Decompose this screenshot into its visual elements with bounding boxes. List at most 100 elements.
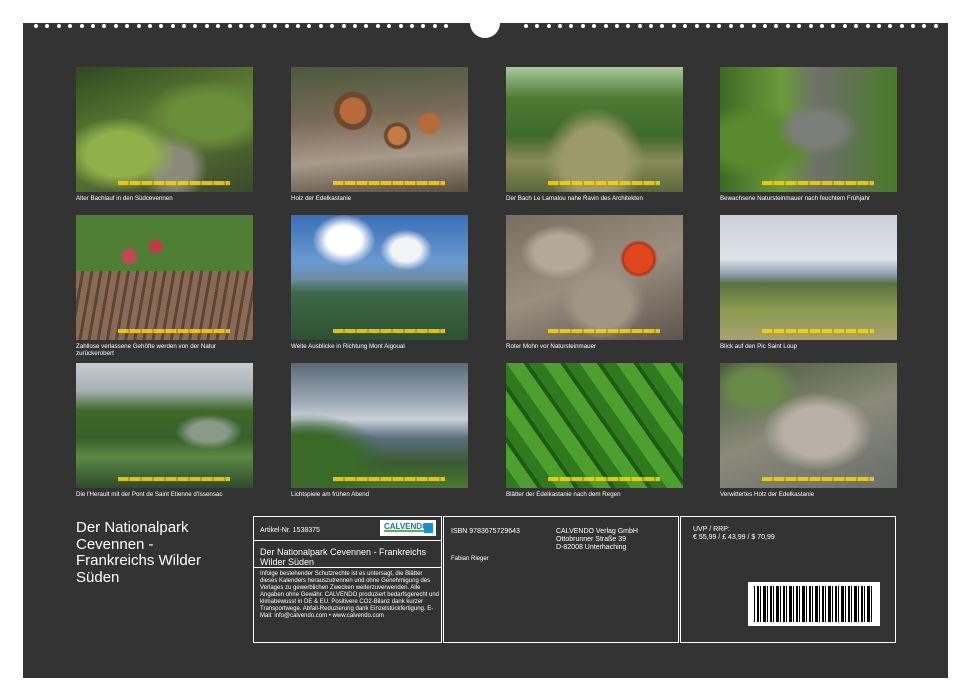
product-title: Der Nationalpark Cevennen - Frankreichs …: [260, 547, 427, 567]
binding-hole: [45, 24, 50, 28]
photo-creek: [506, 67, 683, 192]
photo-tile: Blick auf den Pic Saint Loup: [720, 215, 897, 350]
binding-hole: [876, 24, 881, 28]
binding-hole: [785, 24, 790, 28]
binding-hole: [854, 24, 859, 28]
binding-hole: [546, 24, 551, 28]
photo-caption: Holz der Edelkastanie: [291, 195, 352, 202]
binding-hole: [79, 24, 84, 28]
binding-hole: [375, 24, 380, 28]
binding-hole: [409, 24, 414, 28]
binding-hole: [808, 24, 813, 28]
article-number: Artikel-Nr. 1538375: [260, 527, 320, 534]
price-box: UVP / RRP: € 55,99 / £ 43,99 / $ 70,99: [680, 516, 896, 643]
binding-hole: [706, 24, 711, 28]
article-info-box: Artikel-Nr. 1538375 CALVENDO Der Nationa…: [253, 516, 442, 643]
photo-tile: Bewachsene Natursteinmauer nach feuchtem…: [720, 67, 897, 202]
photo-tile: Weite Ausblicke in Richtung Mont Aigoual: [291, 215, 468, 350]
binding-hole: [694, 24, 699, 28]
photo-caption: Der Bach Le Lamalou nahe Ravin des Archi…: [506, 195, 643, 202]
binding-hole: [398, 24, 403, 28]
photo-caption: Verwittertes Holz der Edelkastanie: [720, 491, 815, 498]
binding-hole: [523, 24, 528, 28]
binding-hole: [614, 24, 619, 28]
binding-hole: [113, 24, 118, 28]
price-label: UVP / RRP:: [693, 526, 730, 533]
binding-hole: [136, 24, 141, 28]
photo-caption: Zahllose verlassene Gehöfte werden von d…: [76, 343, 216, 357]
binding-hole: [318, 24, 323, 28]
binding-hole: [250, 24, 255, 28]
photo-evening-light: [291, 363, 468, 488]
publisher-info-box: ISBN 9783675729643 CALVENDO Verlag GmbH …: [443, 516, 679, 643]
barcode: [748, 582, 880, 626]
binding-hole: [592, 24, 597, 28]
divider: [254, 567, 441, 568]
photo-tile: Blätter der Edelkastanie nach dem Regen: [506, 363, 683, 498]
binding-hole: [295, 24, 300, 28]
binding-hole: [660, 24, 665, 28]
binding-hole: [535, 24, 540, 28]
binding-hole: [649, 24, 654, 28]
binding-hole: [831, 24, 836, 28]
binding-hole: [728, 24, 733, 28]
photo-tile: Roter Mohn vor Natursteinmauer: [506, 215, 683, 350]
binding-hole: [683, 24, 688, 28]
binding-hole: [922, 24, 927, 28]
photo-caption: Weite Ausblicke in Richtung Mont Aigoual: [291, 343, 405, 350]
watermark: [762, 477, 874, 481]
watermark: [548, 181, 660, 185]
photo-river-bridge: [76, 363, 253, 488]
photo-tile: Alter Bachlauf in den Südcevennen: [76, 67, 253, 202]
binding-hole: [933, 24, 938, 28]
watermark: [333, 477, 445, 481]
binding-hole: [717, 24, 722, 28]
photo-pic-saint-loup: [720, 215, 897, 340]
binding-hole: [341, 24, 346, 28]
binding-hole: [899, 24, 904, 28]
binding-hole: [842, 24, 847, 28]
photo-tile: Lichtspiele am frühen Abend: [291, 363, 468, 498]
binding-hole: [819, 24, 824, 28]
binding-hole: [227, 24, 232, 28]
binding-hole: [888, 24, 893, 28]
binding-hole: [387, 24, 392, 28]
photo-caption: Lichtspiele am frühen Abend: [291, 491, 370, 498]
binding-hole: [102, 24, 107, 28]
photo-stone-wall: [720, 67, 897, 192]
watermark: [548, 329, 660, 333]
photo-tile: Verwittertes Holz der Edelkastanie: [720, 363, 897, 498]
photo-caption: Blätter der Edelkastanie nach dem Regen: [506, 491, 621, 498]
photo-wood-logs: [291, 67, 468, 192]
publisher-name: CALVENDO Verlag GmbH: [556, 528, 638, 535]
calendar-title: Der Nationalpark Cevennen - Frankreichs …: [76, 519, 202, 586]
binding-hole: [193, 24, 198, 28]
binding-hole: [90, 24, 95, 28]
photo-poppy: [506, 215, 683, 340]
photo-caption: Alter Bachlauf in den Südcevennen: [76, 195, 173, 202]
binding-hole: [330, 24, 335, 28]
binding-hole: [444, 24, 449, 28]
binding-hole: [159, 24, 164, 28]
binding-hole: [580, 24, 585, 28]
photo-tile: Zahllose verlassene Gehöfte werden von d…: [76, 215, 253, 357]
binding-hole: [557, 24, 562, 28]
binding-hole: [68, 24, 73, 28]
binding-hole: [421, 24, 426, 28]
calvendo-logo: CALVENDO: [380, 520, 436, 536]
binding-hole: [774, 24, 779, 28]
watermark: [118, 477, 230, 481]
legal-notice: Infolge bestehender Schutzrechte ist es …: [260, 571, 439, 619]
watermark: [762, 329, 874, 333]
binding-hole: [603, 24, 608, 28]
watermark: [333, 329, 445, 333]
author-name: Fabian Rieger: [451, 556, 489, 562]
photo-mountain-view: [291, 215, 468, 340]
binding-hole: [364, 24, 369, 28]
isbn: ISBN 9783675729643: [451, 528, 520, 535]
binding-hole: [170, 24, 175, 28]
publisher-city: D-82008 Unterhaching: [556, 544, 627, 551]
binding-hole: [56, 24, 61, 28]
binding-hole: [204, 24, 209, 28]
watermark: [333, 181, 445, 185]
